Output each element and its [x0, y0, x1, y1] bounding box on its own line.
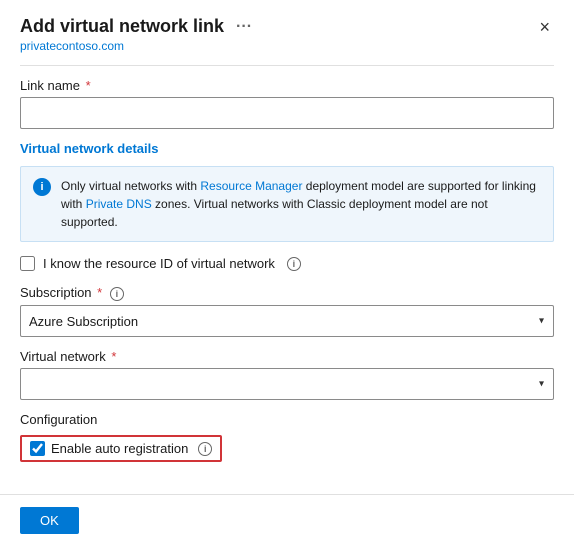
virtual-network-group: Virtual network * ▾ — [20, 349, 554, 400]
auto-registration-checkbox[interactable] — [30, 441, 45, 456]
subscription-info-icon[interactable]: i — [110, 287, 124, 301]
resource-id-info-icon[interactable]: i — [287, 257, 301, 271]
ok-button[interactable]: OK — [20, 507, 79, 534]
auto-registration-info-icon[interactable]: i — [198, 442, 212, 456]
dialog-title-text: Add virtual network link — [20, 16, 224, 37]
dialog-body: Link name * Virtual network details i On… — [0, 57, 574, 494]
dialog-subtitle: privatecontoso.com — [20, 39, 252, 53]
virtual-network-required-star: * — [108, 349, 117, 364]
virtual-network-select-wrapper: ▾ — [20, 368, 554, 400]
more-options-icon[interactable]: ··· — [236, 18, 252, 36]
info-box: i Only virtual networks with Resource Ma… — [20, 166, 554, 242]
virtual-network-section-title: Virtual network details — [20, 141, 554, 156]
dialog-header: Add virtual network link ··· privatecont… — [0, 0, 574, 57]
subscription-select[interactable]: Azure Subscription — [20, 305, 554, 337]
link-name-group: Link name * — [20, 78, 554, 129]
subscription-label: Subscription * i — [20, 285, 554, 301]
resource-id-label: I know the resource ID of virtual networ… — [43, 256, 275, 271]
info-text: Only virtual networks with Resource Mana… — [61, 177, 541, 231]
dialog-footer: OK — [0, 494, 574, 550]
resource-id-checkbox[interactable] — [20, 256, 35, 271]
subscription-required-star: * — [94, 285, 103, 300]
auto-registration-label: Enable auto registration — [51, 441, 188, 456]
configuration-title: Configuration — [20, 412, 554, 427]
resource-id-row: I know the resource ID of virtual networ… — [20, 256, 554, 271]
configuration-section: Configuration Enable auto registration i — [20, 412, 554, 462]
subscription-select-wrapper: Azure Subscription ▾ — [20, 305, 554, 337]
virtual-network-select[interactable] — [20, 368, 554, 400]
required-star: * — [82, 78, 91, 93]
link-name-input[interactable] — [20, 97, 554, 129]
header-divider — [20, 65, 554, 66]
private-dns-link[interactable]: Private DNS — [86, 197, 152, 211]
resource-manager-link[interactable]: Resource Manager — [200, 179, 302, 193]
dialog-title: Add virtual network link ··· — [20, 16, 252, 37]
add-virtual-network-link-dialog: Add virtual network link ··· privatecont… — [0, 0, 574, 550]
subscription-group: Subscription * i Azure Subscription ▾ — [20, 285, 554, 337]
close-button[interactable]: × — [535, 16, 554, 38]
link-name-label: Link name * — [20, 78, 554, 93]
info-icon: i — [33, 178, 51, 196]
virtual-network-label: Virtual network * — [20, 349, 554, 364]
dialog-header-left: Add virtual network link ··· privatecont… — [20, 16, 252, 53]
auto-registration-row: Enable auto registration i — [20, 435, 222, 462]
